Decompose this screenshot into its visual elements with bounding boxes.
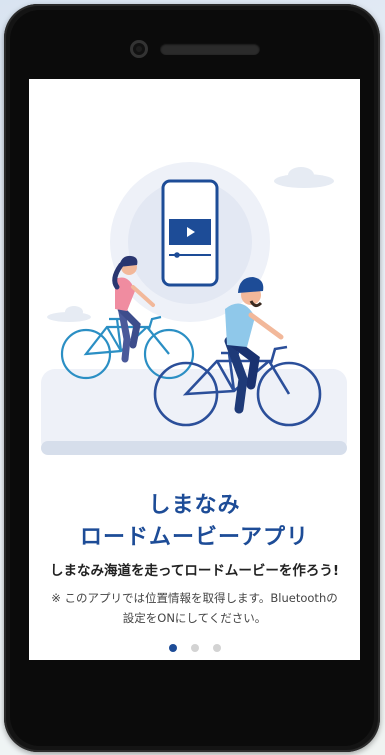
permission-note-line2: 設定をONにしてください。 xyxy=(122,611,267,625)
onboarding-illustration xyxy=(41,162,347,455)
page-indicator xyxy=(29,644,360,652)
front-camera xyxy=(130,40,148,58)
app-screen[interactable]: しまなみ ロードムービーアプリ しまなみ海道を走ってロードムービーを作ろう! ※… xyxy=(29,79,360,660)
app-title-line1: しまなみ xyxy=(148,493,241,518)
page-dot-1[interactable] xyxy=(168,644,177,652)
cloud-right xyxy=(274,167,334,188)
permission-note-line1: ※ このアプリでは位置情報を取得します。Bluetoothの xyxy=(51,591,338,605)
page-dot-2[interactable] xyxy=(190,644,199,652)
phone-video-illustration xyxy=(161,179,219,287)
earpiece-speaker xyxy=(160,43,260,55)
page-dot-3[interactable] xyxy=(212,644,221,652)
app-title-line2: ロードムービーアプリ xyxy=(79,525,310,550)
cloud-left xyxy=(47,306,91,322)
permission-note: ※ このアプリでは位置情報を取得します。Bluetoothの 設定をONにしてく… xyxy=(39,588,350,628)
onboarding-subtitle: しまなみ海道を走ってロードムービーを作ろう! xyxy=(50,563,339,579)
ground-edge xyxy=(41,441,347,455)
